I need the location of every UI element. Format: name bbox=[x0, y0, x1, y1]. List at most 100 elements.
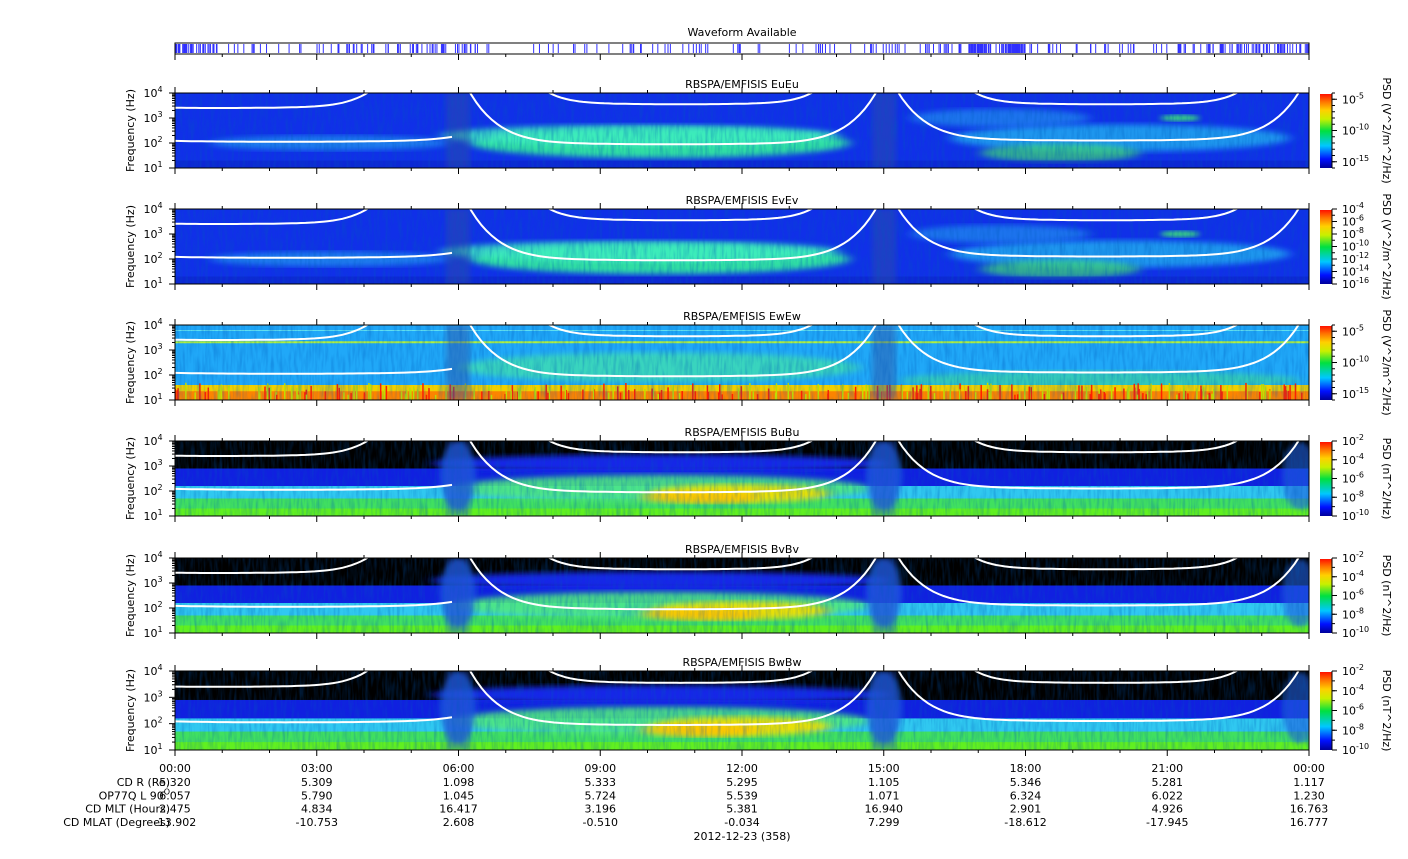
tick-base: 10 bbox=[143, 744, 157, 757]
tick-base: 10 bbox=[143, 228, 157, 241]
y-axis-label: Frequency (Hz) bbox=[124, 89, 137, 172]
spectrogram-image bbox=[175, 209, 1309, 284]
y-tick-label: 104 bbox=[143, 201, 162, 216]
spectrogram-panel-ewew: RBSPA/EMFISIS EwEw101102103104Frequency … bbox=[124, 309, 1393, 416]
tick-base: 10 bbox=[1342, 156, 1356, 169]
x-tick-label: 15:00 bbox=[868, 762, 900, 775]
y-tick-label: 101 bbox=[143, 508, 162, 523]
tick-exponent: 1 bbox=[157, 742, 162, 751]
y-tick-label: 102 bbox=[143, 483, 162, 498]
tick-exponent: 2 bbox=[157, 716, 162, 725]
tick-base: 10 bbox=[1342, 93, 1356, 106]
ephemeris-value: 5.281 bbox=[1152, 776, 1184, 789]
tick-base: 10 bbox=[1342, 552, 1356, 565]
colorbar-tick-label: 10-5 bbox=[1342, 91, 1364, 106]
ephemeris-value: 6.324 bbox=[1010, 789, 1042, 802]
tick-exponent: 3 bbox=[157, 689, 162, 698]
label-text: CD MLT (Hours) bbox=[85, 803, 170, 816]
x-tick-label: 12:00 bbox=[726, 762, 758, 775]
tick-exponent: -5 bbox=[1356, 323, 1364, 332]
tick-exponent: -6 bbox=[1356, 588, 1364, 597]
colorbar-tick-label: 10-4 bbox=[1342, 452, 1364, 467]
spectrogram-panel-eueu: RBSPA/EMFISIS EuEu101102103104Frequency … bbox=[124, 77, 1393, 183]
tick-exponent: 1 bbox=[157, 625, 162, 634]
panel-title: RBSPA/EMFISIS EwEw bbox=[683, 310, 801, 323]
tick-base: 10 bbox=[1342, 454, 1356, 467]
tick-exponent: 3 bbox=[157, 458, 162, 467]
tick-exponent: -16 bbox=[1356, 276, 1369, 285]
y-tick-label: 101 bbox=[143, 392, 162, 407]
tick-exponent: -8 bbox=[1356, 606, 1364, 615]
ephemeris-value: 5.381 bbox=[726, 803, 758, 816]
panel-title: RBSPA/EMFISIS BvBv bbox=[685, 543, 799, 556]
tick-base: 10 bbox=[1342, 665, 1356, 678]
colorbar-gradient bbox=[1320, 326, 1332, 400]
y-tick-label: 103 bbox=[143, 110, 162, 125]
spectrogram-image bbox=[175, 671, 1309, 750]
tick-exponent: 4 bbox=[157, 433, 162, 442]
tick-exponent: 3 bbox=[157, 342, 162, 351]
y-axis-label: Frequency (Hz) bbox=[124, 554, 137, 637]
colorbar-tick-label: 10-10 bbox=[1342, 742, 1369, 757]
colorbar-tick-label: 10-10 bbox=[1342, 625, 1369, 640]
tick-base: 10 bbox=[143, 203, 157, 216]
ephemeris-value: 4.834 bbox=[301, 803, 333, 816]
tick-exponent: 4 bbox=[157, 85, 162, 94]
tick-exponent: 1 bbox=[157, 392, 162, 401]
colorbar-tick-label: 10-8 bbox=[1342, 722, 1364, 737]
ephemeris-value: -13.902 bbox=[154, 816, 196, 829]
tick-base: 10 bbox=[1342, 608, 1356, 621]
ephemeris-value: 5.333 bbox=[585, 776, 617, 789]
tick-base: 10 bbox=[143, 460, 157, 473]
tick-base: 10 bbox=[1342, 724, 1356, 737]
y-axis-label: Frequency (Hz) bbox=[124, 669, 137, 752]
tick-exponent: 3 bbox=[157, 575, 162, 584]
colorbar-tick-label: 10-6 bbox=[1342, 703, 1364, 718]
tick-base: 10 bbox=[1342, 473, 1356, 486]
y-tick-label: 102 bbox=[143, 716, 162, 731]
colorbar-tick-label: 10-6 bbox=[1342, 471, 1364, 486]
ephemeris-value: 5.346 bbox=[1010, 776, 1042, 789]
y-tick-label: 102 bbox=[143, 367, 162, 382]
colorbar-gradient bbox=[1320, 442, 1332, 516]
tick-base: 10 bbox=[143, 665, 157, 678]
tick-exponent: -10 bbox=[1356, 625, 1369, 634]
ephemeris-value: 5.295 bbox=[726, 776, 758, 789]
tick-exponent: -2 bbox=[1356, 433, 1364, 442]
y-tick-label: 102 bbox=[143, 600, 162, 615]
ephemeris-value: 1.098 bbox=[443, 776, 475, 789]
date-label: 2012-12-23 (358) bbox=[693, 830, 790, 843]
x-tick-label: 00:00 bbox=[1293, 762, 1325, 775]
tick-base: 10 bbox=[1342, 705, 1356, 718]
tick-exponent: -10 bbox=[1356, 508, 1369, 517]
colorbar-gradient bbox=[1320, 210, 1332, 284]
tick-exponent: 1 bbox=[157, 160, 162, 169]
colorbar-tick-label: 10-4 bbox=[1342, 569, 1364, 584]
tick-base: 10 bbox=[143, 691, 157, 704]
tick-exponent: 2 bbox=[157, 367, 162, 376]
tick-base: 10 bbox=[1342, 590, 1356, 603]
panel-title: RBSPA/EMFISIS BuBu bbox=[685, 426, 800, 439]
colorbar: 10-510-1010-15 PSD (V^2/m^2/Hz) bbox=[1320, 309, 1393, 416]
colorbar-tick-label: 10-10 bbox=[1342, 508, 1369, 523]
y-tick-label: 103 bbox=[143, 226, 162, 241]
tick-base: 10 bbox=[1342, 388, 1356, 401]
colorbar-tick-label: 10-4 bbox=[1342, 683, 1364, 698]
ephemeris-value: 1.117 bbox=[1293, 776, 1325, 789]
spectrogram-panel-evev: RBSPA/EMFISIS EvEv101102103104Frequency … bbox=[124, 193, 1393, 299]
ephemeris-value: 6.057 bbox=[159, 789, 191, 802]
tick-exponent: -8 bbox=[1356, 489, 1364, 498]
colorbar-gradient bbox=[1320, 559, 1332, 633]
tick-base: 10 bbox=[143, 577, 157, 590]
colorbar-tick-label: 10-5 bbox=[1342, 323, 1364, 338]
tick-exponent: -6 bbox=[1356, 703, 1364, 712]
y-tick-label: 104 bbox=[143, 317, 162, 332]
ephemeris-value: 5.724 bbox=[585, 789, 617, 802]
y-tick-label: 101 bbox=[143, 276, 162, 291]
tick-base: 10 bbox=[1342, 216, 1356, 229]
tick-exponent: -10 bbox=[1356, 355, 1369, 364]
tick-base: 10 bbox=[1342, 278, 1356, 291]
tick-base: 10 bbox=[1342, 241, 1356, 254]
tick-base: 10 bbox=[143, 319, 157, 332]
x-tick-label: 06:00 bbox=[443, 762, 475, 775]
